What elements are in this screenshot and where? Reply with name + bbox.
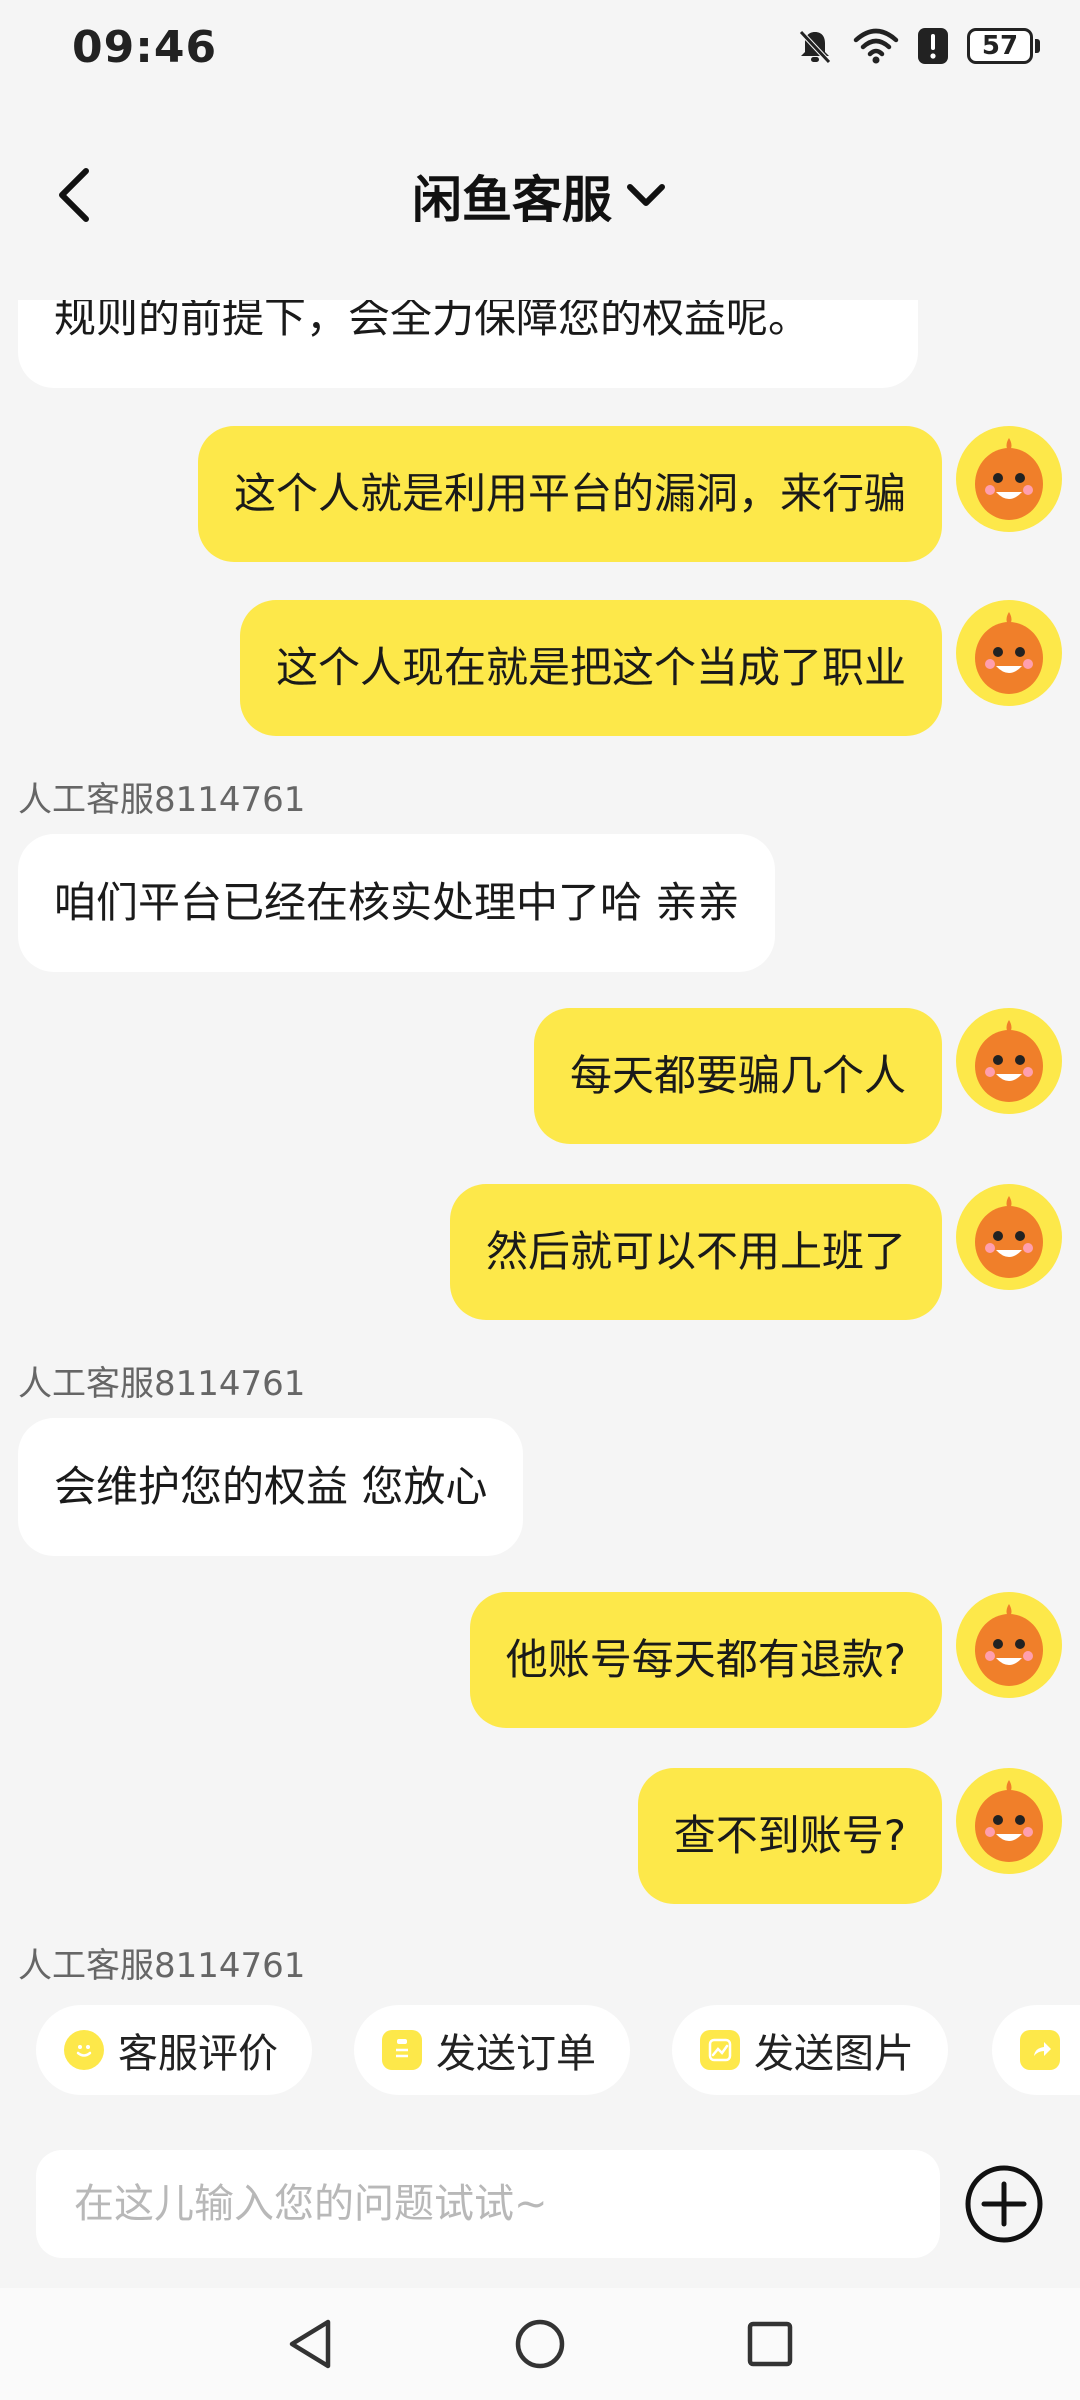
user-message: 这个人现在就是把这个当成了职业 [239,600,942,736]
message-text: 这个人就是利用平台的漏洞，来行骗 [233,469,906,518]
system-nav-bar [0,2288,1080,2400]
status-bar: 09:46 57 [0,0,1080,100]
user-avatar[interactable] [956,600,1062,706]
user-message: 每天都要骗几个人 [533,1008,942,1144]
status-time: 09:46 [72,22,218,73]
avatar-icon [975,1780,1043,1862]
agent-name-label: 人工客服8114761 [18,780,306,820]
status-icons: 57 [795,26,1040,66]
message-text: 会维护您的权益 您放心 [54,1462,488,1511]
plus-circle-icon [965,2165,1043,2243]
mute-notification-icon [799,30,831,64]
smile-icon [64,2030,104,2070]
square-recents-icon [747,2321,793,2367]
circle-home-icon [515,2319,565,2369]
avatar-icon [975,1020,1043,1102]
message-text: 他账号每天都有退款? [505,1635,906,1684]
title-dropdown[interactable]: 闲鱼客服 [0,160,1080,232]
user-message: 查不到账号? [637,1768,942,1904]
page-title: 闲鱼客服 [412,171,612,229]
avatar-icon [975,1604,1043,1686]
user-message: 这个人就是利用平台的漏洞，来行骗 [197,426,942,562]
message-text: 规则的前提下，会全力保障您的权益呢。 [54,300,811,342]
user-message: 他账号每天都有退款? [469,1592,942,1728]
alert-icon [918,28,948,64]
nav-back-button[interactable] [278,2312,342,2376]
chip-label: 发送订单 [436,2031,596,2077]
message-input[interactable] [72,2180,904,2228]
chevron-down-icon [627,184,665,206]
send-order-button[interactable]: 发送订单 [354,2005,630,2095]
battery-icon: 57 [967,28,1040,64]
battery-level: 57 [981,31,1019,61]
message-text: 这个人现在就是把这个当成了职业 [275,643,906,692]
agent-message: 咱们平台已经在核实处理中了哈 亲亲 [18,834,776,972]
clipboard-icon [382,2030,422,2070]
user-avatar[interactable] [956,426,1062,532]
user-avatar[interactable] [956,1184,1062,1290]
agent-name-label: 人工客服8114761 [18,1364,306,1404]
avatar-icon [975,1196,1043,1278]
rate-service-button[interactable]: 客服评价 [36,2005,312,2095]
send-image-button[interactable]: 发送图片 [672,2005,948,2095]
avatar-icon [975,612,1043,694]
avatar-icon [975,438,1043,520]
quick-action-bar[interactable]: 客服评价 发送订单 发送图片 [0,2005,1080,2097]
agent-message: 会维护您的权益 您放心 [18,1418,524,1556]
wifi-icon [853,28,899,64]
share-button[interactable] [992,2005,1080,2095]
chip-label: 发送图片 [754,2031,914,2077]
nav-recents-button[interactable] [738,2312,802,2376]
message-list[interactable]: 规则的前提下，会全力保障您的权益呢。 这个人就是利用平台的漏洞，来行骗 这个人现… [0,300,1080,1990]
nav-home-button[interactable] [508,2312,572,2376]
message-text: 咱们平台已经在核实处理中了哈 亲亲 [54,878,740,927]
triangle-back-icon [289,2319,331,2369]
message-text: 查不到账号? [673,1811,906,1860]
message-text: 然后就可以不用上班了 [485,1227,906,1276]
user-avatar[interactable] [956,1768,1062,1874]
user-avatar[interactable] [956,1592,1062,1698]
user-avatar[interactable] [956,1008,1062,1114]
image-icon [700,2030,740,2070]
agent-name-label: 人工客服8114761 [18,1946,306,1986]
chat-header: 闲鱼客服 [0,140,1080,250]
agent-message: 规则的前提下，会全力保障您的权益呢。 [18,300,918,388]
share-icon [1020,2030,1060,2070]
message-input-container[interactable] [36,2150,940,2258]
user-message: 然后就可以不用上班了 [449,1184,942,1320]
add-button[interactable] [964,2164,1044,2244]
message-text: 每天都要骗几个人 [569,1051,906,1100]
chip-label: 客服评价 [118,2031,278,2077]
